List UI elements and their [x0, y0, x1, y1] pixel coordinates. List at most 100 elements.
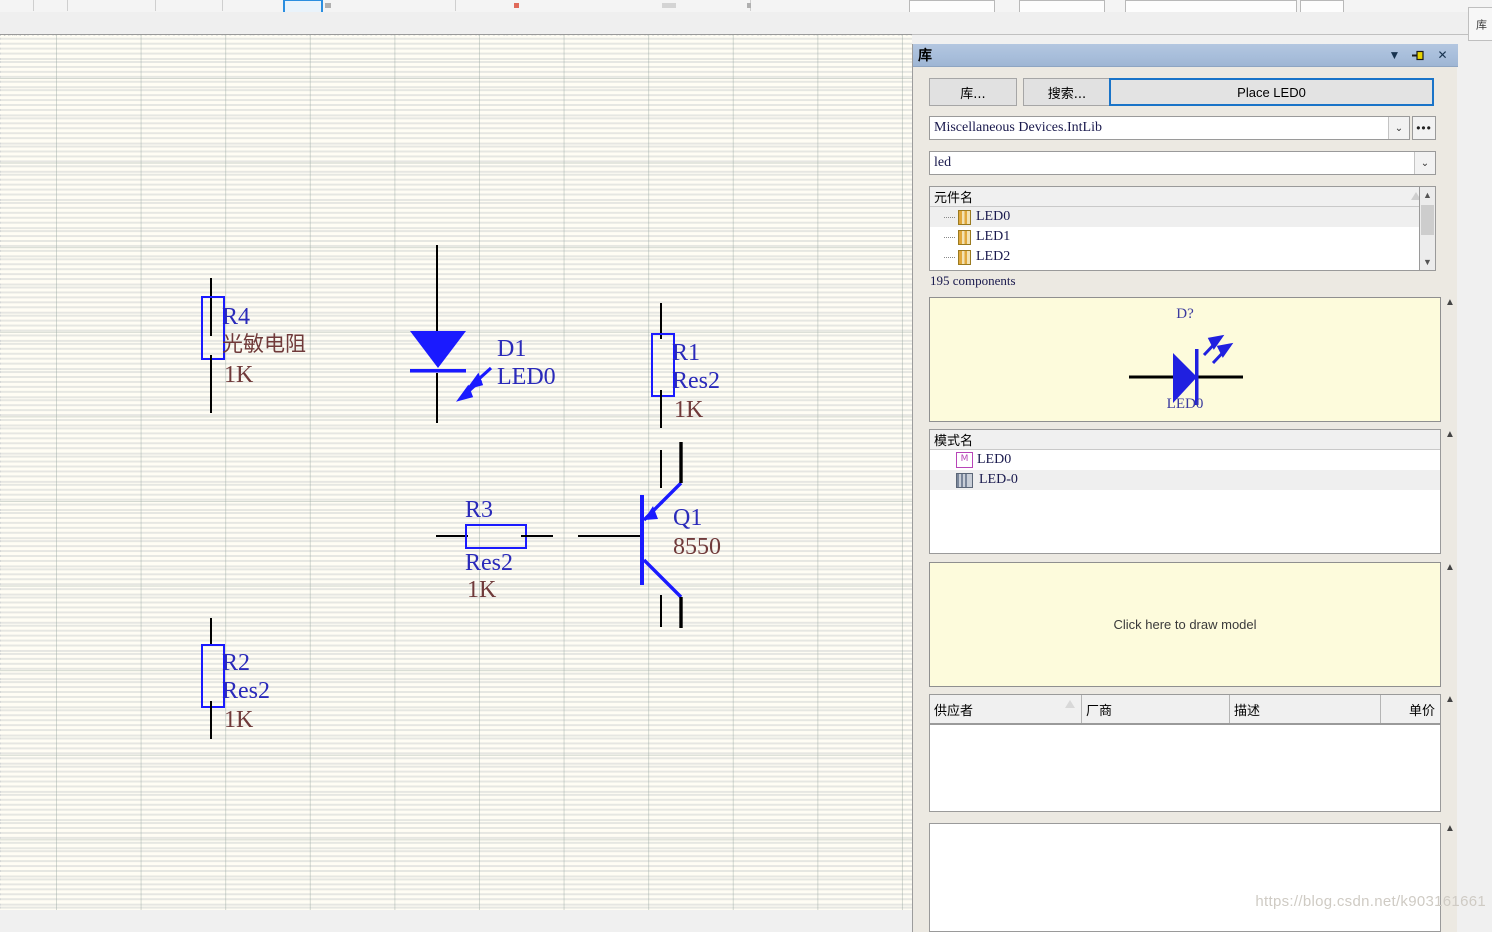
library-panel: 库 ▼ ✕ 库... 搜索... Place LED0 Miscellaneou… — [912, 44, 1458, 932]
tree-line — [944, 227, 958, 247]
component-list[interactable]: 元件名 LED0 LED1 LED2 — [929, 186, 1428, 271]
scroll-up-icon[interactable]: ▲ — [1445, 694, 1455, 706]
close-icon[interactable]: ✕ — [1435, 48, 1450, 63]
component-type: Res2 — [672, 368, 720, 394]
model-list[interactable]: 模式名 M LED0 LED-0 — [929, 429, 1441, 554]
manufacturer-column-label: 厂商 — [1086, 703, 1113, 719]
model-preview[interactable]: Click here to draw model — [929, 562, 1441, 687]
component-list-item[interactable]: LED0 — [930, 207, 1427, 227]
component-list-item[interactable]: LED1 — [930, 227, 1427, 247]
toolbar-icon[interactable] — [662, 3, 676, 8]
symbol-preview[interactable]: D? LED0 — [929, 297, 1441, 422]
wire — [436, 373, 438, 423]
simulation-model-icon: M — [956, 452, 973, 468]
preview-designator: D? — [1176, 306, 1194, 322]
schematic-canvas[interactable]: R4 光敏电阻 1K D1 LED0 R1 Res2 1K R3 Res2 1K… — [0, 34, 912, 910]
toolbar-icon[interactable] — [747, 3, 751, 8]
place-component-button[interactable]: Place LED0 — [1109, 78, 1434, 106]
manufacturer-column-header[interactable]: 厂商 — [1082, 695, 1230, 723]
component-list-header-label: 元件名 — [934, 191, 974, 206]
right-edge-library-tab-label: 库 — [1474, 18, 1488, 30]
chevron-down-icon[interactable]: ⌄ — [1388, 117, 1409, 139]
toolbar-separator — [222, 0, 223, 11]
filter-input-value: led — [934, 155, 952, 170]
supplier-column-header[interactable]: 供应者 — [930, 695, 1082, 723]
schematic-sheet[interactable]: R4 光敏电阻 1K D1 LED0 R1 Res2 1K R3 Res2 1K… — [0, 35, 912, 910]
component-type: 光敏电阻 — [222, 332, 306, 356]
scroll-up-icon[interactable]: ▲ — [1445, 823, 1455, 835]
toolbar-separator — [455, 0, 456, 11]
component-list-scrollbar[interactable]: ▲ ▼ — [1419, 186, 1436, 271]
wire — [210, 355, 212, 413]
library-select-value: Miscellaneous Devices.IntLib — [934, 120, 1102, 135]
pin-icon[interactable] — [1411, 48, 1426, 63]
wire — [210, 618, 212, 646]
unitprice-column-label: 单价 — [1408, 703, 1435, 719]
component-icon — [958, 229, 971, 245]
toolbar-icon[interactable] — [325, 3, 331, 8]
model-list-header[interactable]: 模式名 — [930, 430, 1440, 450]
wire — [521, 535, 553, 537]
model-list-item[interactable]: LED-0 — [930, 470, 1440, 490]
library-panel-titlebar: 库 ▼ ✕ — [913, 44, 1458, 67]
description-column-header[interactable]: 描述 — [1230, 695, 1381, 723]
scroll-up-icon[interactable]: ▲ — [1445, 297, 1455, 309]
library-browse-button[interactable]: ••• — [1412, 116, 1436, 140]
description-column-label: 描述 — [1234, 703, 1261, 719]
component-list-item[interactable]: LED2 — [930, 247, 1427, 267]
supplier-table-header: 供应者 厂商 描述 单价 — [929, 694, 1441, 724]
chevron-down-icon[interactable]: ⌄ — [1414, 152, 1435, 174]
component-list-item-label: LED0 — [976, 209, 1011, 224]
symbol-preview-scrollbar[interactable]: ▲ — [1443, 297, 1457, 422]
component-icon — [958, 249, 971, 265]
model-list-item[interactable]: M LED0 — [930, 450, 1440, 470]
component-value: 1K — [674, 397, 704, 423]
toolbar-icon-red[interactable] — [514, 3, 519, 8]
scroll-down-icon[interactable]: ▼ — [1420, 254, 1435, 270]
right-edge-library-tab[interactable]: 库 — [1468, 7, 1492, 41]
supplier-table-body[interactable] — [929, 724, 1441, 812]
component-type: Res2 — [465, 550, 513, 576]
supplier-column-label: 供应者 — [934, 703, 974, 719]
model-list-scrollbar[interactable]: ▲ — [1443, 429, 1457, 554]
component-designator: Q1 — [673, 505, 703, 531]
toolbar-separator — [67, 0, 68, 11]
component-designator: R1 — [672, 340, 701, 366]
tree-line — [944, 247, 958, 267]
scroll-thumb[interactable] — [1421, 205, 1434, 235]
bottom-detail-scrollbar[interactable]: ▲ — [1443, 823, 1457, 932]
model-preview-scrollbar[interactable]: ▲ — [1443, 562, 1457, 687]
component-designator: R3 — [465, 497, 494, 523]
scroll-up-icon[interactable]: ▲ — [1420, 187, 1435, 203]
unitprice-column-header[interactable]: 单价 — [1381, 695, 1440, 723]
component-type: Res2 — [222, 678, 270, 704]
chevron-down-icon[interactable]: ▼ — [1387, 48, 1402, 63]
wire — [660, 450, 662, 488]
component-count-status: 195 components — [930, 273, 1016, 288]
supplier-table-scrollbar[interactable]: ▲ — [1443, 694, 1457, 812]
component-designator: R2 — [222, 650, 251, 676]
toolbar-strip-secondary — [0, 12, 1492, 35]
toolbar-separator — [33, 0, 34, 11]
component-value: 1K — [224, 707, 254, 733]
component-type: LED0 — [497, 364, 556, 390]
wire — [436, 535, 468, 537]
search-button[interactable]: 搜索... — [1023, 78, 1111, 106]
library-select[interactable]: Miscellaneous Devices.IntLib ⌄ — [929, 116, 1410, 140]
resistor-body-icon — [465, 524, 527, 549]
tree-line — [944, 207, 958, 227]
grid-coarse — [0, 35, 912, 910]
scroll-up-icon[interactable]: ▲ — [1445, 429, 1455, 441]
bottom-detail-panel[interactable] — [929, 823, 1441, 932]
wire — [660, 390, 662, 428]
component-list-header[interactable]: 元件名 — [930, 187, 1427, 207]
libraries-button[interactable]: 库... — [929, 78, 1017, 106]
library-panel-title: 库 — [918, 48, 932, 64]
led-preview-symbol-icon — [1129, 334, 1243, 405]
component-list-item-label: LED1 — [976, 229, 1011, 244]
scroll-up-icon[interactable]: ▲ — [1445, 562, 1455, 574]
component-type: 8550 — [673, 534, 721, 560]
component-value: 1K — [224, 362, 254, 388]
filter-input[interactable]: led ⌄ — [929, 151, 1436, 175]
toolbar-separator — [155, 0, 156, 11]
